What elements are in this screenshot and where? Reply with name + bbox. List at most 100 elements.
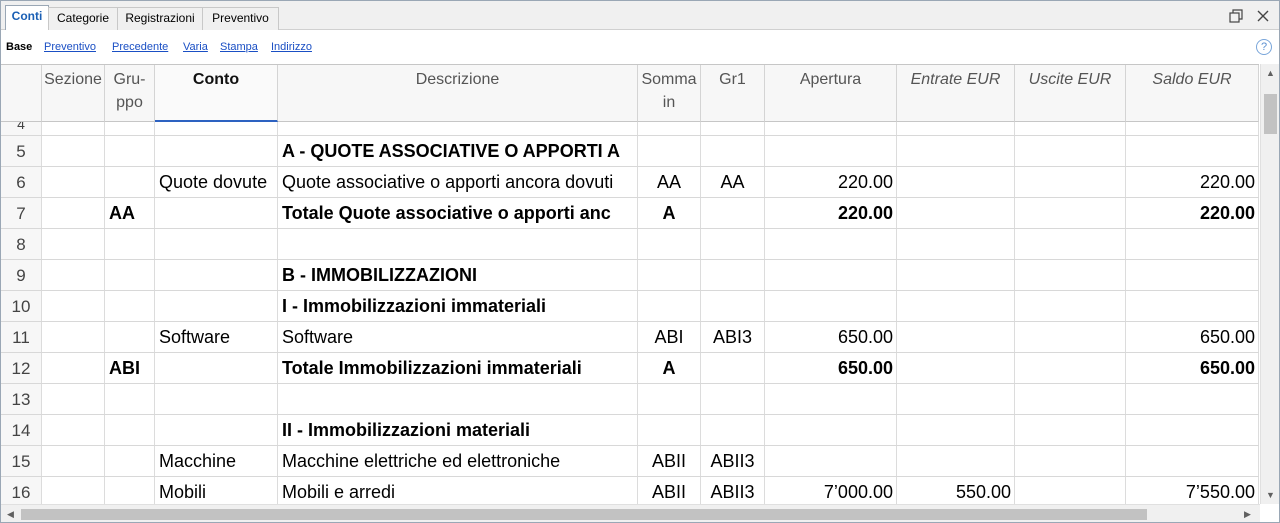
cell-apertura[interactable] — [765, 291, 897, 321]
header-uscite[interactable]: Uscite EUR — [1015, 65, 1126, 122]
cell-gruppo[interactable]: ABI — [105, 353, 155, 383]
cell-descrizione[interactable]: B - IMMOBILIZZAZIONI — [278, 260, 638, 290]
header-descrizione[interactable]: Descrizione — [278, 65, 638, 122]
cell-entrate[interactable]: 550.00 — [897, 477, 1015, 504]
close-icon[interactable] — [1255, 8, 1271, 24]
cell-somma[interactable]: ABII — [638, 446, 701, 476]
cell-uscite[interactable] — [1015, 136, 1126, 166]
cell-somma[interactable] — [638, 260, 701, 290]
cell-saldo[interactable]: 650.00 — [1126, 322, 1259, 352]
cell-conto[interactable] — [155, 291, 278, 321]
cell-conto[interactable]: Software — [155, 322, 278, 352]
cell-apertura[interactable]: 220.00 — [765, 167, 897, 197]
cell-conto[interactable] — [155, 384, 278, 414]
cell-gruppo[interactable]: AA — [105, 198, 155, 228]
link-indirizzo[interactable]: Indirizzo — [271, 40, 312, 54]
cell-descrizione[interactable] — [278, 384, 638, 414]
cell-sezione[interactable] — [42, 122, 105, 135]
cell-somma[interactable] — [638, 229, 701, 259]
cell-apertura[interactable] — [765, 384, 897, 414]
table-row[interactable]: 6 Quote dovute Quote associative o apporti… — [1, 167, 1259, 198]
link-stampa[interactable]: Stampa — [220, 40, 258, 54]
table-row[interactable]: 12 ABI Totale Immobilizzazioni immateriali… — [1, 353, 1259, 384]
cell-uscite[interactable] — [1015, 198, 1126, 228]
cell-somma[interactable] — [638, 122, 701, 135]
cell-descrizione[interactable]: A - QUOTE ASSOCIATIVE O APPORTI A — [278, 136, 638, 166]
help-icon[interactable]: ? — [1256, 39, 1272, 55]
tab-conti[interactable]: Conti — [5, 5, 49, 31]
cell-saldo[interactable]: 220.00 — [1126, 167, 1259, 197]
cell-gr1[interactable] — [701, 260, 765, 290]
table-row[interactable]: 13 — [1, 384, 1259, 415]
cell-sezione[interactable] — [42, 291, 105, 321]
cell-somma[interactable] — [638, 384, 701, 414]
cell-entrate[interactable] — [897, 353, 1015, 383]
cell-descrizione[interactable]: II - Immobilizzazioni materiali — [278, 415, 638, 445]
cell-somma[interactable]: ABII — [638, 477, 701, 504]
header-gr1[interactable]: Gr1 — [701, 65, 765, 122]
cell-entrate[interactable] — [897, 415, 1015, 445]
cell-uscite[interactable] — [1015, 322, 1126, 352]
link-base[interactable]: Base — [6, 40, 32, 54]
scroll-left-arrow-icon[interactable]: ◀ — [7, 509, 14, 519]
cell-saldo[interactable] — [1126, 229, 1259, 259]
cell-uscite[interactable] — [1015, 353, 1126, 383]
table-row[interactable]: 15 Macchine Macchine elettriche ed elettro… — [1, 446, 1259, 477]
cell-saldo[interactable] — [1126, 122, 1259, 135]
cell-conto[interactable] — [155, 260, 278, 290]
cell-somma[interactable] — [638, 415, 701, 445]
cell-entrate[interactable] — [897, 136, 1015, 166]
cell-somma[interactable]: ABI — [638, 322, 701, 352]
cell-saldo[interactable] — [1126, 291, 1259, 321]
cell-somma[interactable]: A — [638, 198, 701, 228]
cell-apertura[interactable]: 220.00 — [765, 198, 897, 228]
cell-gr1[interactable] — [701, 229, 765, 259]
tab-preventivo[interactable]: Preventivo — [202, 7, 279, 30]
cell-entrate[interactable] — [897, 229, 1015, 259]
cell-saldo[interactable] — [1126, 136, 1259, 166]
cell-conto[interactable] — [155, 198, 278, 228]
cell-descrizione[interactable] — [278, 122, 638, 135]
cell-somma[interactable] — [638, 291, 701, 321]
cell-gruppo[interactable] — [105, 477, 155, 504]
cell-descrizione[interactable]: Software — [278, 322, 638, 352]
cell-gruppo[interactable] — [105, 446, 155, 476]
cell-gr1[interactable] — [701, 353, 765, 383]
cell-conto[interactable] — [155, 415, 278, 445]
cell-sezione[interactable] — [42, 353, 105, 383]
cell-uscite[interactable] — [1015, 260, 1126, 290]
cell-saldo[interactable] — [1126, 446, 1259, 476]
vertical-scrollbar[interactable]: ▲ ▼ — [1260, 64, 1279, 504]
cell-saldo[interactable] — [1126, 415, 1259, 445]
header-entrate[interactable]: Entrate EUR — [897, 65, 1015, 122]
cell-sezione[interactable] — [42, 229, 105, 259]
cell-apertura[interactable]: 650.00 — [765, 353, 897, 383]
cell-conto[interactable] — [155, 136, 278, 166]
cell-gr1[interactable]: AA — [701, 167, 765, 197]
cell-gr1[interactable]: ABII3 — [701, 477, 765, 504]
cell-apertura[interactable] — [765, 136, 897, 166]
header-apertura[interactable]: Apertura — [765, 65, 897, 122]
table-row-partial[interactable]: 4 — [1, 122, 1259, 136]
link-preventivo[interactable]: Preventivo — [44, 40, 96, 54]
cell-uscite[interactable] — [1015, 167, 1126, 197]
link-varia[interactable]: Varia — [183, 40, 208, 54]
cell-apertura[interactable] — [765, 122, 897, 135]
cell-conto[interactable] — [155, 229, 278, 259]
cell-sezione[interactable] — [42, 477, 105, 504]
cell-apertura[interactable] — [765, 446, 897, 476]
cell-conto[interactable]: Mobili — [155, 477, 278, 504]
cell-conto[interactable] — [155, 122, 278, 135]
cell-descrizione[interactable]: Macchine elettriche ed elettroniche — [278, 446, 638, 476]
cell-uscite[interactable] — [1015, 446, 1126, 476]
table-row[interactable]: 14 II - Immobilizzazioni materiali — [1, 415, 1259, 446]
horizontal-scrollbar[interactable]: ◀ ▶ — [1, 504, 1260, 522]
cell-somma[interactable]: AA — [638, 167, 701, 197]
cell-gruppo[interactable] — [105, 136, 155, 166]
cell-descrizione[interactable] — [278, 229, 638, 259]
table-row[interactable]: 8 — [1, 229, 1259, 260]
cell-descrizione[interactable]: Mobili e arredi — [278, 477, 638, 504]
scroll-right-arrow-icon[interactable]: ▶ — [1244, 509, 1251, 519]
cell-entrate[interactable] — [897, 260, 1015, 290]
table-row[interactable]: 7 AA Totale Quote associative o apporti an… — [1, 198, 1259, 229]
